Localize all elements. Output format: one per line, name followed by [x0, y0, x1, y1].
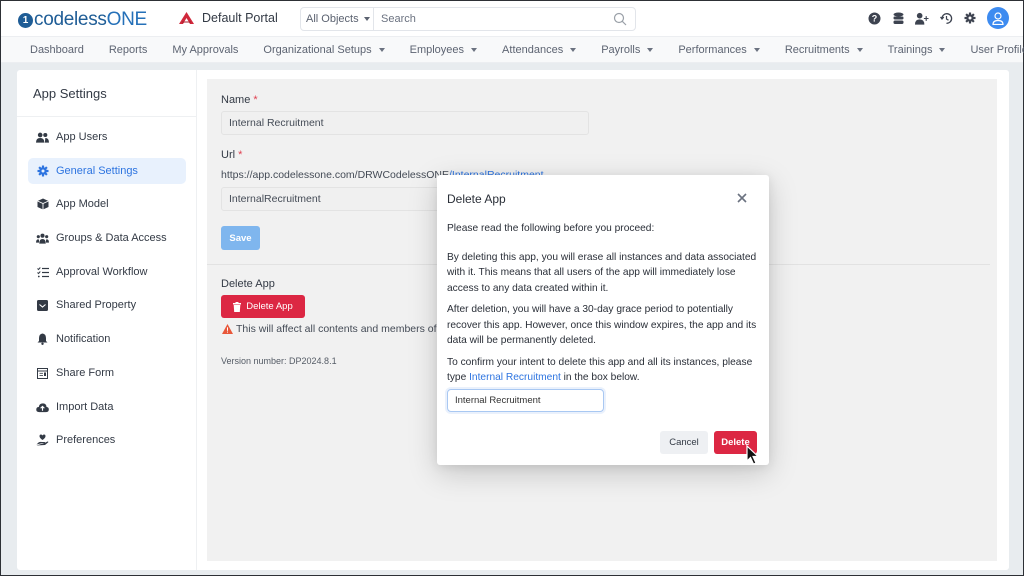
gear-icon[interactable]: [963, 11, 977, 25]
divider: [17, 116, 197, 117]
delete-app-dialog: Delete App Please read the following bef…: [437, 175, 769, 465]
delete-app-section-label: Delete App: [221, 278, 275, 290]
name-input[interactable]: Internal Recruitment: [221, 111, 589, 135]
url-label: Url *: [221, 149, 243, 161]
sidebar-item-approval-workflow[interactable]: Approval Workflow: [28, 259, 186, 285]
nav-user-profiles[interactable]: User Profiles: [970, 44, 1024, 56]
cloud-upload-icon: [36, 401, 49, 414]
bell-icon: [36, 333, 49, 346]
dialog-paragraph-erase: By deleting this app, you will erase all…: [447, 251, 757, 294]
top-bar: 1 codelessONE Default Portal All Objects…: [1, 1, 1023, 37]
settings-sidebar: App Settings App Users General Settings …: [17, 70, 197, 570]
search-input[interactable]: [374, 8, 613, 30]
warning-icon: [222, 324, 233, 334]
logo-text-prefix: codeless: [34, 9, 107, 30]
search-scope-label: All Objects: [306, 13, 359, 25]
sidebar-item-app-users[interactable]: App Users: [28, 124, 186, 150]
codelessone-logo[interactable]: 1 codelessONE: [18, 9, 147, 31]
version-number: Version number: DP2024.8.1: [221, 356, 337, 366]
logo-text-suffix: ONE: [106, 9, 148, 30]
caret-down-icon: [753, 47, 760, 52]
global-search: All Objects: [300, 7, 636, 31]
dialog-intro: Please read the following before you pro…: [447, 223, 655, 234]
main-nav: Dashboard Reports My Approvals Organizat…: [1, 37, 1024, 63]
svg-text:?: ?: [871, 13, 877, 23]
top-icons: ?: [857, 7, 1009, 29]
save-button[interactable]: Save: [221, 226, 260, 250]
nav-trainings[interactable]: Trainings: [888, 44, 946, 56]
hand-heart-icon: [36, 434, 49, 447]
sidebar-item-share-form[interactable]: Share Form: [28, 360, 186, 386]
app-name-highlight: Internal Recruitment: [469, 372, 561, 383]
nav-reports[interactable]: Reports: [109, 44, 148, 56]
portal-icon: [179, 12, 194, 24]
groups-icon: [36, 232, 49, 245]
delete-app-button[interactable]: Delete App: [221, 295, 305, 318]
caret-down-icon: [570, 47, 577, 52]
sidebar-title: App Settings: [33, 86, 107, 101]
nav-payrolls[interactable]: Payrolls: [601, 44, 654, 56]
name-label: Name *: [221, 94, 258, 106]
caret-down-icon: [939, 47, 946, 52]
nav-dashboard[interactable]: Dashboard: [30, 44, 84, 56]
nav-performances[interactable]: Performances: [678, 44, 760, 56]
users-icon: [36, 131, 49, 144]
close-icon[interactable]: [735, 191, 749, 205]
dialog-paragraph-grace-period: After deletion, you will have a 30-day g…: [447, 304, 757, 346]
portal-switcher[interactable]: Default Portal: [179, 11, 278, 25]
nav-employees[interactable]: Employees: [410, 44, 478, 56]
portal-name: Default Portal: [202, 11, 278, 25]
inbox-icon: [36, 299, 49, 312]
sidebar-item-notification[interactable]: Notification: [28, 326, 186, 352]
search-scope-dropdown[interactable]: All Objects: [301, 8, 374, 30]
cancel-button[interactable]: Cancel: [660, 431, 708, 454]
help-icon[interactable]: ?: [867, 11, 881, 25]
sidebar-item-shared-property[interactable]: Shared Property: [28, 292, 186, 318]
dialog-title: Delete App: [447, 192, 506, 206]
confirm-app-name-input[interactable]: [447, 389, 604, 412]
add-user-icon[interactable]: [915, 11, 929, 25]
history-icon[interactable]: [939, 11, 953, 25]
nav-organizational-setups[interactable]: Organizational Setups: [263, 44, 385, 56]
nav-my-approvals[interactable]: My Approvals: [172, 44, 238, 56]
sidebar-item-general-settings[interactable]: General Settings: [28, 158, 186, 184]
sidebar-item-import-data[interactable]: Import Data: [28, 394, 186, 420]
form-icon: [36, 367, 49, 380]
nav-recruitments[interactable]: Recruitments: [785, 44, 863, 56]
dialog-body: Please read the following before you pro…: [447, 221, 763, 392]
caret-down-icon: [378, 47, 385, 52]
database-icon[interactable]: [891, 11, 905, 25]
sidebar-item-groups-data-access[interactable]: Groups & Data Access: [28, 225, 186, 251]
dialog-paragraph-confirm: To confirm your intent to delete this ap…: [447, 356, 753, 384]
search-icon[interactable]: [613, 12, 627, 26]
trash-icon: [233, 301, 242, 312]
checklist-icon: [36, 266, 49, 279]
caret-down-icon: [647, 47, 654, 52]
logo-mark-icon: 1: [18, 12, 33, 28]
caret-down-icon: [471, 47, 478, 52]
sidebar-item-app-model[interactable]: App Model: [28, 191, 186, 217]
sidebar-item-preferences[interactable]: Preferences: [28, 427, 186, 453]
gear-icon: [36, 165, 49, 178]
mouse-pointer-icon: [746, 445, 760, 465]
caret-down-icon: [856, 47, 863, 52]
avatar-user-icon[interactable]: [987, 7, 1009, 29]
nav-attendances[interactable]: Attendances: [502, 44, 577, 56]
cube-icon: [36, 198, 49, 211]
caret-down-icon: [363, 17, 370, 21]
